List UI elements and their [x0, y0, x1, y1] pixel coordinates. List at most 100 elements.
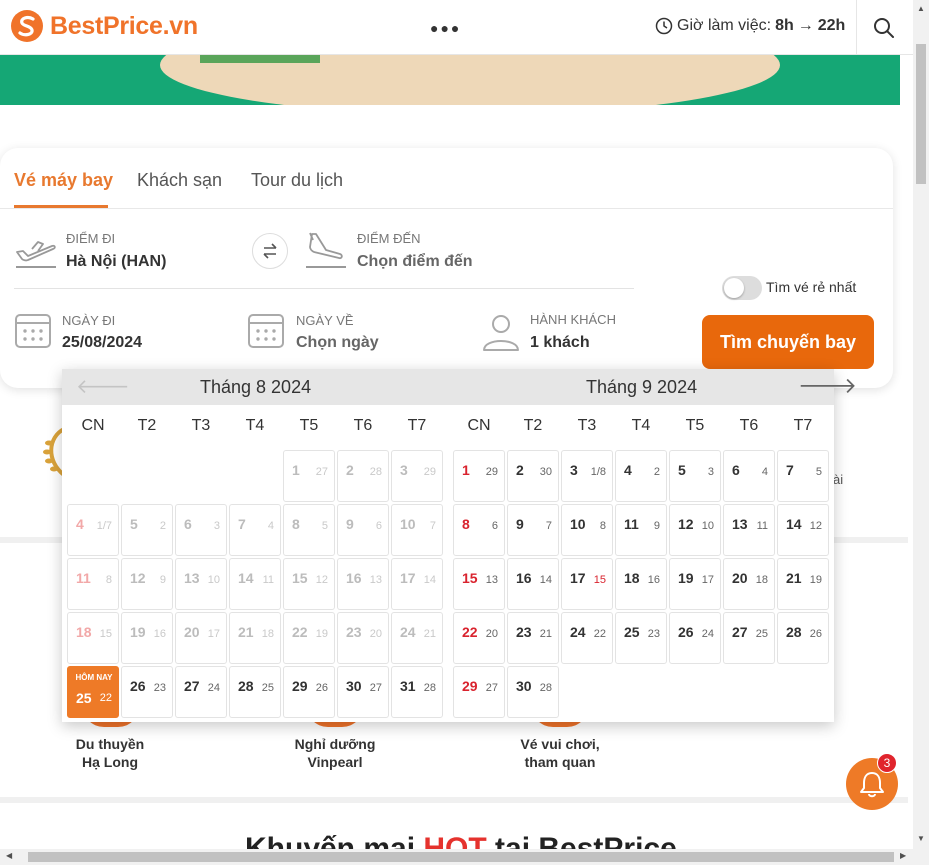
banner-foliage [200, 55, 320, 63]
day-number: 22 [292, 624, 308, 640]
calendar-day[interactable]: 18 16 [615, 558, 667, 610]
scroll-down-arrow-icon[interactable]: ▼ [917, 834, 925, 843]
calendar-day[interactable]: 97 [507, 504, 559, 556]
lunar-day: 29 [423, 466, 436, 478]
tab-flights[interactable]: Vé máy bay [14, 170, 113, 191]
depart-date-field[interactable]: 25/08/2024 [62, 334, 142, 352]
category-line2: Vinpearl [307, 754, 363, 770]
calendar-day[interactable]: 19 17 [669, 558, 721, 610]
calendar-day[interactable]: 27 25 [723, 612, 775, 664]
to-field[interactable]: Chọn điểm đến [357, 253, 473, 271]
calendar-day[interactable]: 22 20 [453, 612, 505, 664]
lunar-day: 13 [369, 574, 382, 586]
search-icon[interactable] [872, 16, 896, 40]
lunar-day: 15 [99, 628, 112, 640]
calendar-day[interactable]: 13 11 [723, 504, 775, 556]
calendar-day[interactable]: 64 [723, 450, 775, 502]
calendar-day: 10 7 [391, 504, 443, 556]
calendar-day[interactable]: 17 15 [561, 558, 613, 610]
scroll-right-arrow-icon[interactable]: ▶ [900, 851, 906, 860]
category-vinpearl[interactable]: Nghỉ dưỡng Vinpearl [285, 735, 385, 771]
weekday-header: T3 [191, 417, 211, 434]
scroll-up-arrow-icon[interactable]: ▲ [917, 4, 925, 13]
calendar-day[interactable]: 23 21 [507, 612, 559, 664]
calendar-day: 2 28 [337, 450, 389, 502]
lunar-day: 26 [809, 628, 822, 640]
calendar-day[interactable]: 29 27 [453, 666, 505, 718]
lunar-day: 24 [701, 628, 714, 640]
promo-title-pre: Khuyến mại [245, 832, 424, 849]
lunar-day: 13 [485, 574, 498, 586]
weekday-header: T6 [353, 417, 373, 434]
calendar-day[interactable]: 53 [669, 450, 721, 502]
swap-button[interactable] [252, 233, 288, 269]
calendar-day[interactable]: 14 12 [777, 504, 829, 556]
calendar-day[interactable]: 26 24 [669, 612, 721, 664]
weekday-header: T7 [793, 417, 813, 434]
tab-hotels[interactable]: Khách sạn [137, 170, 222, 191]
calendar-day[interactable]: 27 24 [175, 666, 227, 718]
passengers-field[interactable]: 1 khách [530, 334, 590, 352]
next-month-arrow-icon[interactable]: 🡒 [798, 375, 857, 397]
depart-label: NGÀY ĐI [62, 313, 116, 328]
lunar-day: 3 [707, 466, 714, 478]
calendar-day[interactable]: 75 [777, 450, 829, 502]
day-number: 31 [400, 678, 416, 694]
calendar-day[interactable]: 10 8 [561, 504, 613, 556]
calendar-day[interactable]: 28 26 [777, 612, 829, 664]
cheapest-toggle[interactable] [722, 276, 762, 300]
calendar-day: 19 16 [121, 612, 173, 664]
calendar-day: 17 14 [391, 558, 443, 610]
vertical-scroll-thumb[interactable] [916, 44, 926, 184]
section-divider [0, 797, 908, 803]
calendar-day[interactable]: 11 9 [615, 504, 667, 556]
day-number: 24 [400, 624, 416, 640]
category-halong-cruise[interactable]: Du thuyền Hạ Long [60, 735, 160, 771]
calendar-day[interactable]: 30 28 [507, 666, 559, 718]
prev-month-arrow-icon[interactable]: 🡐 [76, 377, 130, 397]
plane-landing-icon [306, 232, 346, 268]
calendar-day: 74 [229, 504, 281, 556]
day-number: 18 [76, 624, 92, 640]
return-date-field[interactable]: Chọn ngày [296, 334, 379, 352]
month-title-september: Tháng 9 2024 [586, 377, 698, 397]
calendar-day[interactable]: 12 10 [669, 504, 721, 556]
calendar-day[interactable]: 16 14 [507, 558, 559, 610]
calendar-day[interactable]: 2 30 [507, 450, 559, 502]
calendar-day[interactable]: 1 29 [453, 450, 505, 502]
from-field[interactable]: Hà Nội (HAN) [66, 253, 166, 271]
scroll-left-arrow-icon[interactable]: ◀ [6, 851, 12, 860]
lunar-day: 29 [485, 466, 498, 478]
calendar-day[interactable]: 42 [615, 450, 667, 502]
day-number: 26 [678, 624, 694, 640]
category-attractions[interactable]: Vé vui chơi, tham quan [505, 735, 615, 771]
lunar-day: 17 [701, 574, 714, 586]
calendar-day[interactable]: 21 19 [777, 558, 829, 610]
more-dots-icon[interactable]: ●●● [430, 20, 461, 36]
calendar-day[interactable]: 15 13 [453, 558, 505, 610]
calendar-day[interactable]: 28 25 [229, 666, 281, 718]
calendar-day[interactable]: 24 22 [561, 612, 613, 664]
day-number: 17 [570, 570, 586, 586]
weekday-header: T3 [577, 417, 597, 434]
horizontal-scroll-thumb[interactable] [28, 852, 894, 862]
calendar-day[interactable]: 3 1/8 [561, 450, 613, 502]
lunar-day: 19 [809, 574, 822, 586]
day-number: 23 [346, 624, 362, 640]
calendar-day-today[interactable]: HÔM NAY 25 22 [67, 666, 119, 718]
calendar-day[interactable]: 20 18 [723, 558, 775, 610]
search-flights-button[interactable]: Tìm chuyến bay [702, 315, 874, 369]
lunar-day: 15 [593, 574, 606, 586]
day-number: 3 [400, 462, 408, 478]
working-hours: Giờ làm việc: 8h → 22h [655, 17, 845, 35]
calendar-day[interactable]: 25 23 [615, 612, 667, 664]
calendar-day: 14 11 [229, 558, 281, 610]
day-number: 24 [570, 624, 586, 640]
calendar-day[interactable]: 31 28 [391, 666, 443, 718]
tab-tours[interactable]: Tour du lịch [251, 170, 343, 191]
calendar-day[interactable]: 26 23 [121, 666, 173, 718]
logo[interactable]: BestPrice.vn [10, 9, 198, 43]
calendar-day[interactable]: 30 27 [337, 666, 389, 718]
calendar-day[interactable]: 29 26 [283, 666, 335, 718]
calendar-day[interactable]: 86 [453, 504, 505, 556]
